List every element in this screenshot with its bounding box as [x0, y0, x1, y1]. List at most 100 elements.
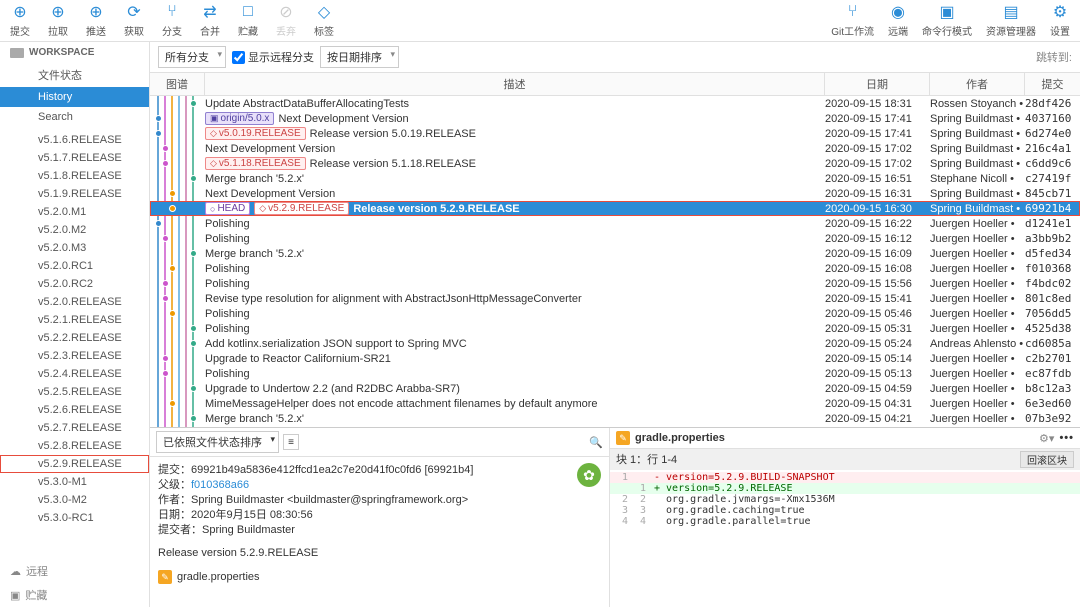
cloud-icon: ☁ — [10, 565, 21, 578]
commit-list[interactable]: Update AbstractDataBufferAllocatingTests… — [150, 96, 1080, 427]
tag-item[interactable]: v5.3.0-M2 — [0, 491, 149, 509]
commit-row[interactable]: ◇v5.0.19.RELEASERelease version 5.0.19.R… — [150, 126, 1080, 141]
tag-item[interactable]: v5.2.6.RELEASE — [0, 401, 149, 419]
commit-row[interactable]: Polishing2020-09-15 05:31Juergen Hoeller… — [150, 321, 1080, 336]
commit-row[interactable]: Upgrade to Undertow 2.2 (and R2DBC Arabb… — [150, 381, 1080, 396]
tool-远端[interactable]: ◉远端 — [888, 3, 908, 38]
commit-row[interactable]: Next Development Version2020-09-15 16:31… — [150, 186, 1080, 201]
tag-badge: ◇v5.1.18.RELEASE — [205, 157, 306, 170]
tag-item[interactable]: v5.2.3.RELEASE — [0, 347, 149, 365]
spring-icon: ✿ — [577, 463, 601, 487]
commit-row[interactable]: ▣origin/5.0.xNext Development Version202… — [150, 111, 1080, 126]
tool-提交[interactable]: ⊕提交 — [10, 3, 30, 38]
tool-分支[interactable]: ⑂分支 — [162, 3, 182, 38]
sidebar-item-history[interactable]: History — [0, 87, 149, 107]
stash-icon: ▣ — [10, 589, 20, 602]
remote-section[interactable]: ☁ 远程 — [0, 559, 149, 583]
tool-命令行模式[interactable]: ▣命令行模式 — [922, 3, 972, 38]
show-remote-checkbox[interactable]: 显示远程分支 — [232, 49, 314, 65]
tag-item[interactable]: v5.2.9.RELEASE — [0, 455, 149, 473]
gear-icon[interactable]: ⚙▾ — [1039, 432, 1054, 445]
commit-row[interactable]: Polishing2020-09-15 16:22Juergen Hoeller… — [150, 216, 1080, 231]
tag-item[interactable]: v5.2.2.RELEASE — [0, 329, 149, 347]
tag-item[interactable]: v5.2.8.RELEASE — [0, 437, 149, 455]
commit-row[interactable]: Polishing2020-09-15 16:12Juergen Hoeller… — [150, 231, 1080, 246]
commit-row[interactable]: Polishing2020-09-15 05:13Juergen Hoeller… — [150, 366, 1080, 381]
tool-拉取[interactable]: ⊕拉取 — [48, 3, 68, 38]
commit-row[interactable]: Upgrade to Checkstyle 8.36.12020-09-15 0… — [150, 426, 1080, 427]
tag-item[interactable]: v5.2.0.RC1 — [0, 257, 149, 275]
show-remote-input[interactable] — [232, 51, 245, 64]
tool-丢弃: ⊘丢弃 — [276, 3, 296, 38]
tag-badge: ◇v5.2.9.RELEASE — [254, 202, 349, 215]
sidebar-item-search[interactable]: Search — [0, 107, 149, 127]
origin-badge: ▣origin/5.0.x — [205, 112, 274, 125]
commit-row[interactable]: Merge branch '5.2.x'2020-09-15 16:51Step… — [150, 171, 1080, 186]
tool-资源管理器[interactable]: ▤资源管理器 — [986, 3, 1036, 38]
commit-row[interactable]: Update AbstractDataBufferAllocatingTests… — [150, 96, 1080, 111]
commit-row[interactable]: Merge branch '5.2.x'2020-09-15 04:21Juer… — [150, 411, 1080, 426]
commit-row[interactable]: Polishing2020-09-15 05:46Juergen Hoeller… — [150, 306, 1080, 321]
commit-row[interactable]: Next Development Version2020-09-15 17:02… — [150, 141, 1080, 156]
commit-row[interactable]: Add kotlinx.serialization JSON support t… — [150, 336, 1080, 351]
commit-message: Release version 5.2.9.RELEASE — [158, 546, 601, 561]
branch-filter[interactable]: 所有分支 — [158, 46, 226, 68]
tag-item[interactable]: v5.2.0.RELEASE — [0, 293, 149, 311]
col-date[interactable]: 日期 — [825, 73, 930, 95]
sidebar-item-文件状态[interactable]: 文件状态 — [0, 63, 149, 87]
tag-item[interactable]: v5.2.7.RELEASE — [0, 419, 149, 437]
commit-row[interactable]: Polishing2020-09-15 16:08Juergen Hoeller… — [150, 261, 1080, 276]
list-view-icon[interactable]: ≡ — [283, 434, 299, 450]
tool-获取[interactable]: ⟳获取 — [124, 3, 144, 38]
more-icon[interactable]: ••• — [1059, 432, 1074, 444]
tag-item[interactable]: v5.2.0.M1 — [0, 203, 149, 221]
tag-item[interactable]: v5.2.0.M2 — [0, 221, 149, 239]
tool-标签[interactable]: ◇标签 — [314, 3, 334, 38]
head-badge: ○HEAD — [205, 202, 250, 215]
tool-贮藏[interactable]: □贮藏 — [238, 3, 258, 38]
commit-row[interactable]: ○HEAD◇v5.2.9.RELEASERelease version 5.2.… — [150, 201, 1080, 216]
tool-Git工作流[interactable]: ⑂Git工作流 — [831, 3, 874, 38]
tag-item[interactable]: v5.2.0.RC2 — [0, 275, 149, 293]
file-sort-dropdown[interactable]: 已依照文件状态排序 — [156, 431, 279, 453]
commit-row[interactable]: Revise type resolution for alignment wit… — [150, 291, 1080, 306]
tag-item[interactable]: v5.2.1.RELEASE — [0, 311, 149, 329]
filter-bar: 所有分支 显示远程分支 按日期排序 跳转到: — [150, 42, 1080, 73]
diff-filename: gradle.properties — [635, 432, 725, 444]
commit-row[interactable]: Polishing2020-09-15 15:56Juergen Hoeller… — [150, 276, 1080, 291]
diff-view: 1- version=5.2.9.BUILD-SNAPSHOT1+ versio… — [610, 470, 1080, 529]
detail-panel: 已依照文件状态排序 ≡ 🔍 ✿ 提交：69921b49a5836e412ffcd… — [150, 427, 1080, 607]
col-author[interactable]: 作者 — [930, 73, 1025, 95]
stash-section[interactable]: ▣ 贮藏 — [0, 583, 149, 607]
tag-item[interactable]: v5.1.7.RELEASE — [0, 149, 149, 167]
tool-推送[interactable]: ⊕推送 — [86, 3, 106, 38]
tag-item[interactable]: v5.3.0-M1 — [0, 473, 149, 491]
col-graph[interactable]: 图谱 — [150, 73, 205, 95]
toolbar: ⊕提交 ⊕拉取 ⊕推送 ⟳获取 ⑂分支 ⇄合并 □贮藏 ⊘丢弃 ◇标签 ⑂Git工作流 ◉远端 ▣命… — [0, 0, 1080, 42]
tag-item[interactable]: v5.3.0-RC1 — [0, 509, 149, 527]
modified-badge: ✎ — [158, 570, 172, 584]
sidebar: WORKSPACE 文件状态HistorySearch v5.1.6.RELEA… — [0, 42, 150, 607]
commit-row[interactable]: Merge branch '5.2.x'2020-09-15 16:09Juer… — [150, 246, 1080, 261]
parent-link[interactable]: f010368a66 — [191, 479, 249, 491]
tag-item[interactable]: v5.2.5.RELEASE — [0, 383, 149, 401]
commit-row[interactable]: Upgrade to Reactor Californium-SR212020-… — [150, 351, 1080, 366]
stash-label: 贮藏 — [25, 587, 47, 603]
col-desc[interactable]: 描述 — [205, 73, 825, 95]
tag-item[interactable]: v5.2.4.RELEASE — [0, 365, 149, 383]
sort-filter[interactable]: 按日期排序 — [320, 46, 399, 68]
tag-item[interactable]: v5.1.6.RELEASE — [0, 131, 149, 149]
changed-file[interactable]: ✎ gradle.properties — [150, 567, 609, 587]
revert-hunk-button[interactable]: 回滚区块 — [1020, 451, 1074, 468]
commit-row[interactable]: ◇v5.1.18.RELEASERelease version 5.1.18.R… — [150, 156, 1080, 171]
search-icon[interactable]: 🔍 — [589, 436, 603, 449]
tag-item[interactable]: v5.1.8.RELEASE — [0, 167, 149, 185]
commit-row[interactable]: MimeMessageHelper does not encode attach… — [150, 396, 1080, 411]
tag-item[interactable]: v5.1.9.RELEASE — [0, 185, 149, 203]
modified-badge: ✎ — [616, 431, 630, 445]
commit-info: ✿ 提交：69921b49a5836e412ffcd1ea2c7e20d41f0… — [150, 457, 609, 567]
tool-设置[interactable]: ⚙设置 — [1050, 3, 1070, 38]
col-commit[interactable]: 提交 — [1025, 73, 1080, 95]
tag-item[interactable]: v5.2.0.M3 — [0, 239, 149, 257]
tool-合并[interactable]: ⇄合并 — [200, 3, 220, 38]
